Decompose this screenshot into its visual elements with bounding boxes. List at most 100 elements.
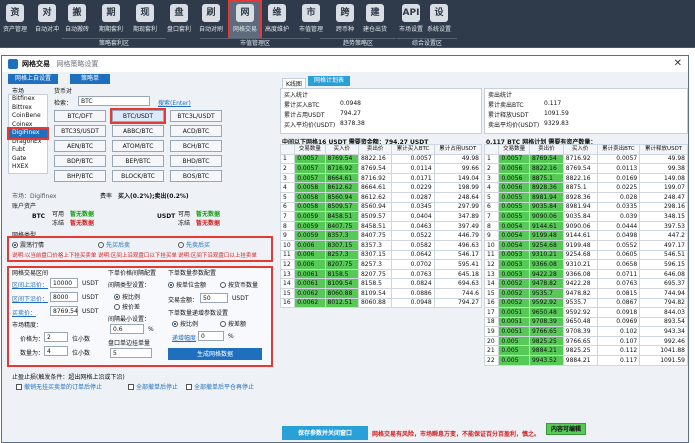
market-item[interactable]: Bitfinex: [9, 95, 47, 104]
pair-button[interactable]: BOS/BTC: [170, 170, 222, 182]
table-row[interactable]: 7 0.0055 9090.06 9035.84 0.039 348.15: [483, 211, 688, 222]
table-row[interactable]: 3 0.0057 8664.61 8716.92 0.0171 149.04: [279, 172, 483, 184]
table-row[interactable]: 13 0.0053 9422.28 9366.08 0.0711 646.08: [483, 268, 688, 280]
market-item[interactable]: DragonEx: [9, 138, 47, 147]
toolbar-button-6[interactable]: 刷自动对刷: [196, 1, 226, 37]
table-row[interactable]: 5 0.0055 8981.94 8928.36 0.028 248.47: [483, 191, 688, 203]
table-row[interactable]: 7 0.0059 8458.51 8509.57 0.0404 347.89: [279, 211, 483, 222]
table-row[interactable]: 6 0.0058 8509.57 8560.94 0.0345 297.99: [279, 201, 483, 213]
edit-content-button[interactable]: 内容可编辑: [546, 423, 586, 435]
table-row[interactable]: 4 0.0056 8928.36 8875.1 0.0225 199.07: [483, 182, 688, 193]
pair-button[interactable]: ABBC/BTC: [112, 125, 164, 137]
by-ratio-radio[interactable]: 按比例: [114, 292, 140, 301]
table-row[interactable]: 8 0.0054 9144.61 9090.06 0.0444 397.53: [483, 220, 688, 232]
toolbar-button-3[interactable]: 期期期套利: [96, 1, 126, 37]
grid-type-radio[interactable]: 震荡行情: [12, 240, 44, 249]
pair-button[interactable]: ATOM/BTC: [112, 140, 164, 152]
inc-value-radio[interactable]: 按差额: [220, 319, 246, 328]
market-item[interactable]: HXEX: [9, 163, 47, 172]
pair-button[interactable]: BTC3L/USDT: [170, 110, 222, 122]
count-input[interactable]: 5: [110, 348, 152, 358]
pair-button[interactable]: BTC3S/USDT: [54, 125, 106, 137]
table-row[interactable]: 18 0.0051 9708.39 9650.48 0.0969 893.54: [483, 316, 688, 328]
table-row[interactable]: 17 0.0051 9650.48 9592.92 0.0918 844.03: [483, 307, 688, 318]
table-row[interactable]: 20 0.005 9825.25 9766.65 0.107 992.46: [483, 335, 688, 347]
table-row[interactable]: 1 0.0057 8769.54 8716.92 0.0057 49.98: [483, 153, 688, 165]
table-row[interactable]: 9 0.0054 9199.48 9144.61 0.0498 447.2: [483, 230, 688, 241]
toolbar-button-9[interactable]: 市市值管理: [296, 1, 326, 37]
pair-button[interactable]: BHD/BTC: [170, 155, 222, 167]
market-item[interactable]: Gate: [9, 155, 47, 164]
pair-button[interactable]: BDP/BTC: [54, 155, 106, 167]
table-row[interactable]: 8 0.0059 8407.75 8458.51 0.0463 397.49: [279, 220, 483, 232]
pair-button[interactable]: ACD/BTC: [170, 125, 222, 137]
inc-rate-input[interactable]: 0: [198, 331, 224, 341]
toolbar-button-4[interactable]: 现期现套利: [130, 1, 160, 37]
toolbar-button-12[interactable]: API 市场设置: [396, 1, 426, 37]
min-input[interactable]: 0.6: [110, 324, 144, 334]
table-row[interactable]: 1 0.0057 8769.54 8822.16 0.0057 49.98: [279, 153, 483, 165]
toolbar-button-10[interactable]: 跨跨币种: [330, 1, 360, 37]
table-row[interactable]: 22 0.005 9943.52 9884.21 0.117 1091.59: [483, 355, 688, 366]
table-row[interactable]: 10 0.006 8307.15 8357.3 0.0582 496.63: [279, 239, 483, 251]
inc-ratio-radio[interactable]: 按比例: [172, 319, 198, 328]
grid-type-radio[interactable]: 先卖后买: [178, 240, 210, 249]
toolbar-button-1[interactable]: 对自动对冲: [32, 1, 62, 37]
trade-amount-input[interactable]: 50: [200, 293, 228, 303]
table-row[interactable]: 16 0.0052 9592.92 9535.7 0.0867 794.82: [483, 297, 688, 309]
table-row[interactable]: 13 0.0061 8158.5 8207.75 0.0763 645.18: [279, 268, 483, 280]
toolbar-button-2[interactable]: 搬自动搬砖: [62, 1, 92, 37]
toolbar-button-11[interactable]: 建建仓出货: [360, 1, 390, 37]
by-value-radio[interactable]: 按价差: [114, 302, 140, 311]
table-row[interactable]: 21 0.005 9884.21 9825.25 0.112 1041.88: [483, 345, 688, 357]
tab-strategy[interactable]: 策略单: [70, 74, 110, 84]
table-row[interactable]: 15 0.0052 9535.7 9478.82 0.0815 744.94: [483, 287, 688, 299]
qty-prec-input[interactable]: 4: [44, 346, 68, 356]
grid-type-radio[interactable]: 先买后卖: [98, 240, 130, 249]
pair-button[interactable]: BHP/BTC: [54, 170, 106, 182]
pair-button[interactable]: BLOCK/BTC: [112, 170, 164, 182]
lower-input[interactable]: 8000: [50, 292, 78, 302]
table-row[interactable]: 19 0.0051 9766.65 9708.39 0.102 943.34: [483, 326, 688, 337]
toolbar-button-7[interactable]: 网网格交易: [228, 0, 262, 39]
table-row[interactable]: 10 0.0054 9254.68 9199.48 0.0552 497.17: [483, 239, 688, 251]
close-icon[interactable]: ✕: [674, 56, 682, 72]
table-row[interactable]: 11 0.0053 9310.21 9254.68 0.0605 546.51: [483, 249, 688, 261]
tab-grid-settings[interactable]: 网格上自设置: [8, 74, 58, 84]
table-row[interactable]: 16 0.0062 8012.51 8060.88 0.0948 794.27: [279, 297, 483, 309]
table-row[interactable]: 14 0.0061 8109.54 8158.5 0.0824 694.63: [279, 278, 483, 289]
table-row[interactable]: 12 0.0053 9366.08 9310.21 0.0658 596.15: [483, 259, 688, 270]
by-amount-radio[interactable]: 按单位金额: [168, 280, 206, 289]
toolbar-button-5[interactable]: 盘盘口套利: [164, 1, 194, 37]
pair-button[interactable]: BTC/DFT: [54, 110, 106, 122]
table-row[interactable]: 2 0.0056 8822.16 8769.54 0.0113 99.38: [483, 163, 688, 174]
generate-grid-button[interactable]: 生成网格数据: [168, 348, 262, 360]
search-link[interactable]: 搜索(Enter): [158, 98, 191, 107]
market-item[interactable]: Fubt: [9, 146, 47, 155]
market-item[interactable]: Bittrex: [9, 104, 47, 113]
save-close-button[interactable]: 保存参数并关闭窗口: [282, 426, 368, 440]
table-row[interactable]: 4 0.0058 8612.62 8664.61 0.0229 198.99: [279, 182, 483, 193]
table-row[interactable]: 11 0.006 8257.3 8307.15 0.0642 546.17: [279, 249, 483, 261]
table-row[interactable]: 5 0.0058 8560.94 8612.62 0.0287 248.64: [279, 191, 483, 203]
table-row[interactable]: 14 0.0052 9478.82 9422.28 0.0763 695.37: [483, 278, 688, 289]
table-row[interactable]: 12 0.006 8207.75 8257.3 0.0702 595.41: [279, 259, 483, 270]
pair-button[interactable]: BCH/BTC: [170, 140, 222, 152]
upper-input[interactable]: 10000: [50, 278, 78, 288]
market-item[interactable]: Coinex: [9, 121, 47, 130]
pair-button[interactable]: AEN/BTC: [54, 140, 106, 152]
pair-button[interactable]: BEP/BTC: [112, 155, 164, 167]
pair-button[interactable]: BTC/USDT: [110, 108, 166, 124]
table-row[interactable]: 3 0.0056 8875.1 8822.16 0.0169 149.08: [483, 172, 688, 184]
toolbar-button-13[interactable]: 设系统设置: [424, 1, 454, 37]
price-prec-input[interactable]: 2: [44, 332, 68, 342]
table-row[interactable]: 6 0.0055 9035.84 8981.94 0.0335 298.16: [483, 201, 688, 213]
table-row[interactable]: 2 0.0057 8716.92 8769.54 0.0114 99.66: [279, 163, 483, 174]
stop-checkbox-1[interactable]: 撤销无挂买卖单的订单后停止: [16, 382, 102, 391]
stop-checkbox-2[interactable]: 全部撤单后停止: [128, 382, 178, 391]
market-item[interactable]: CoinBene: [9, 112, 47, 121]
market-item[interactable]: DigiFinex: [7, 127, 49, 140]
tab-grid-plan[interactable]: 网格计划表: [308, 76, 350, 86]
toolbar-button-8[interactable]: 维高度维护: [262, 1, 292, 37]
price-input[interactable]: 8769.54: [50, 306, 78, 316]
